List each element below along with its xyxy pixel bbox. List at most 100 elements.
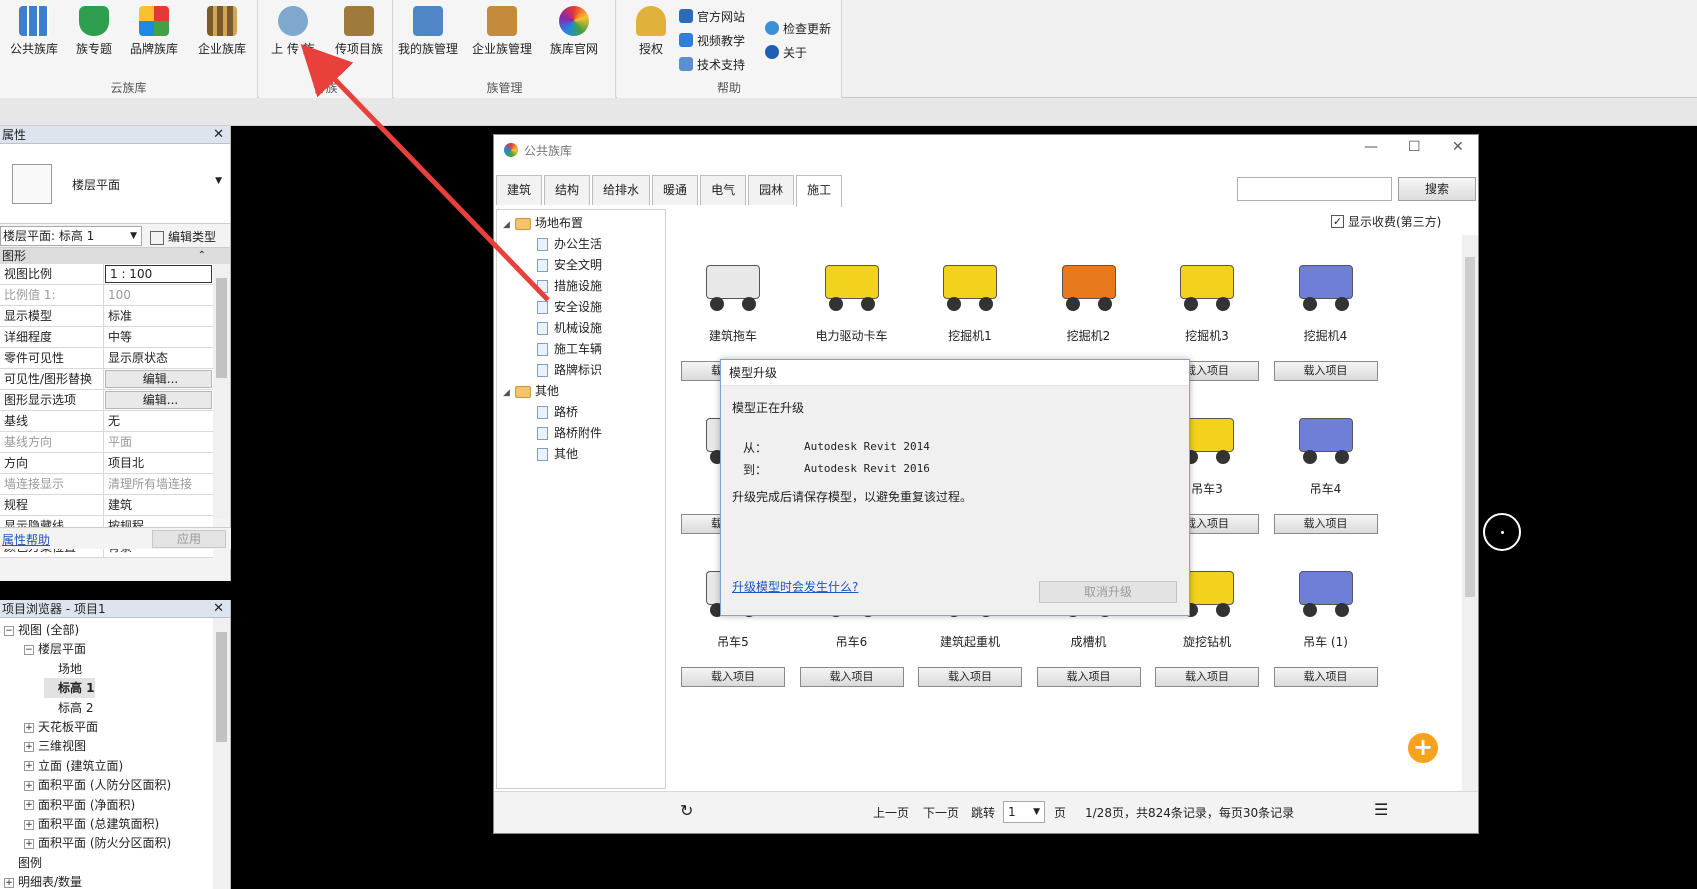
enterprise-family-manage-button[interactable]: 企业族管理: [468, 6, 536, 66]
expand-icon[interactable]: +: [24, 780, 34, 791]
property-row[interactable]: 墙连接显示 清理所有墙连接: [0, 474, 213, 495]
library-website-button[interactable]: 族库官网: [540, 6, 608, 66]
property-row[interactable]: 详细程度 中等: [0, 327, 213, 348]
tree-leaf[interactable]: 路桥: [537, 401, 578, 423]
apply-button[interactable]: 应用: [152, 530, 226, 548]
expand-icon[interactable]: +: [24, 819, 34, 830]
cancel-upgrade-button[interactable]: 取消升级: [1039, 581, 1177, 603]
instance-selector[interactable]: 楼层平面: 标高 1 ▼: [0, 226, 142, 246]
tech-support-link[interactable]: 技术支持: [679, 54, 745, 74]
show-paid-checkbox[interactable]: ✓ 显示收费(第三方): [1331, 213, 1441, 230]
tree-leaf[interactable]: 路牌标识: [537, 359, 602, 381]
family-card[interactable]: 吊车4 载入项目: [1267, 388, 1385, 538]
upload-project-family-button[interactable]: 传项目族: [325, 6, 393, 66]
browser-item[interactable]: + 明细表/数量: [4, 872, 82, 889]
edit-button[interactable]: 编辑...: [105, 370, 212, 388]
tab-6[interactable]: 施工: [796, 175, 843, 207]
tab-5[interactable]: 园林: [748, 175, 795, 205]
property-row[interactable]: 可见性/图形替换 编辑...: [0, 369, 213, 390]
family-topic-button[interactable]: 族专题: [60, 6, 128, 66]
public-library-button[interactable]: 公共族库: [0, 6, 68, 66]
tab-3[interactable]: 暖通: [652, 175, 699, 205]
license-button[interactable]: 授权: [617, 6, 685, 66]
browser-item[interactable]: 标高 1: [44, 678, 95, 699]
tree-leaf[interactable]: 路桥附件: [537, 422, 602, 444]
property-value[interactable]: 1 : 100: [105, 265, 212, 283]
next-page-link[interactable]: 下一页: [923, 804, 959, 821]
tree-folder[interactable]: ◢ 场地布置: [503, 212, 583, 234]
family-card[interactable]: 挖掘机4 载入项目: [1267, 235, 1385, 385]
section-header-graphics[interactable]: 图形 ⌃: [0, 248, 230, 264]
load-project-button[interactable]: 载入项目: [1036, 667, 1141, 687]
tree-leaf[interactable]: 办公生活: [537, 233, 602, 255]
tab-2[interactable]: 给排水: [592, 175, 651, 205]
property-row[interactable]: 图形显示选项 编辑...: [0, 390, 213, 411]
properties-help-link[interactable]: 属性帮助: [2, 531, 50, 548]
property-row[interactable]: 显示模型 标准: [0, 306, 213, 327]
collapse-icon[interactable]: −: [24, 644, 34, 655]
property-row[interactable]: 比例值 1: 100: [0, 285, 213, 306]
expand-icon[interactable]: +: [4, 877, 14, 888]
load-project-button[interactable]: 载入项目: [1155, 667, 1259, 687]
property-row[interactable]: 基线无: [0, 411, 213, 432]
property-row[interactable]: 视图比例 1 : 100: [0, 264, 213, 285]
property-row[interactable]: 方向 项目北: [0, 453, 213, 474]
search-input[interactable]: [1237, 177, 1392, 201]
grid-scrollbar[interactable]: [1462, 235, 1478, 795]
tree-folder[interactable]: ◢ 其他: [503, 380, 559, 402]
edit-type-button[interactable]: 编辑类型: [150, 228, 216, 245]
load-project-button[interactable]: 载入项目: [799, 667, 904, 687]
tree-leaf[interactable]: 措施设施: [537, 275, 602, 297]
browser-item[interactable]: − 楼层平面: [24, 639, 86, 659]
tree-leaf[interactable]: 机械设施: [537, 317, 602, 339]
refresh-icon[interactable]: ↻: [680, 801, 693, 820]
browser-item[interactable]: + 天花板平面: [24, 717, 98, 737]
close-icon[interactable]: ✕: [213, 600, 224, 618]
tree-leaf[interactable]: 施工车辆: [537, 338, 602, 360]
expand-icon[interactable]: +: [24, 761, 34, 772]
enterprise-library-button[interactable]: 企业族库: [188, 6, 256, 66]
close-icon[interactable]: ✕: [1452, 139, 1464, 155]
load-project-button[interactable]: 载入项目: [918, 667, 1022, 687]
list-view-icon[interactable]: ☰: [1374, 800, 1388, 819]
edit-button[interactable]: 编辑...: [105, 391, 212, 409]
page-select[interactable]: 1 ▼: [1003, 801, 1045, 823]
tree-leaf[interactable]: 安全设施: [537, 296, 602, 318]
close-icon[interactable]: ✕: [213, 126, 224, 144]
properties-scrollbar[interactable]: [213, 264, 230, 519]
collapse-icon[interactable]: −: [4, 625, 14, 636]
expand-arrow-icon[interactable]: ◢: [503, 382, 515, 404]
browser-item[interactable]: 场地: [44, 659, 82, 679]
my-family-manage-button[interactable]: 我的族管理: [394, 6, 462, 66]
expand-arrow-icon[interactable]: ◢: [503, 214, 515, 236]
minimize-icon[interactable]: —: [1364, 139, 1378, 155]
check-update-link[interactable]: 检查更新: [765, 18, 831, 38]
maximize-icon[interactable]: ☐: [1408, 139, 1421, 155]
tab-4[interactable]: 电气: [700, 175, 747, 205]
property-row[interactable]: 规程 建筑: [0, 495, 213, 516]
video-tutorial-link[interactable]: 视频教学: [679, 30, 745, 50]
type-selector[interactable]: 楼层平面 ▼: [0, 144, 230, 224]
browser-item[interactable]: + 三维视图: [24, 736, 86, 756]
upgrade-info-link[interactable]: 升级模型时会发生什么?: [732, 578, 858, 595]
browser-item[interactable]: + 面积平面 (总建筑面积): [24, 814, 159, 834]
expand-icon[interactable]: +: [24, 741, 34, 752]
property-row[interactable]: 基线方向 平面: [0, 432, 213, 453]
family-card[interactable]: 吊车 (1) 载入项目: [1267, 541, 1385, 691]
tab-0[interactable]: 建筑: [496, 175, 543, 205]
upload-family-button[interactable]: 上 传 族: [259, 6, 327, 66]
brand-library-button[interactable]: 品牌族库: [120, 6, 188, 66]
browser-item[interactable]: 标高 2: [44, 698, 93, 718]
property-row[interactable]: 零件可见性 显示原状态: [0, 348, 213, 369]
load-project-button[interactable]: 载入项目: [1273, 514, 1378, 534]
load-project-button[interactable]: 载入项目: [1273, 361, 1378, 381]
browser-scrollbar[interactable]: [213, 618, 230, 889]
official-site-link[interactable]: 官方网站: [679, 6, 745, 26]
browser-item[interactable]: + 面积平面 (净面积): [24, 795, 135, 815]
browser-item[interactable]: + 立面 (建筑立面): [24, 756, 123, 776]
tree-leaf[interactable]: 其他: [537, 443, 578, 465]
browser-item[interactable]: + 面积平面 (人防分区面积): [24, 775, 171, 795]
browser-item[interactable]: + 面积平面 (防火分区面积): [24, 833, 171, 853]
tab-1[interactable]: 结构: [544, 175, 591, 205]
load-project-button[interactable]: 载入项目: [1273, 667, 1378, 687]
